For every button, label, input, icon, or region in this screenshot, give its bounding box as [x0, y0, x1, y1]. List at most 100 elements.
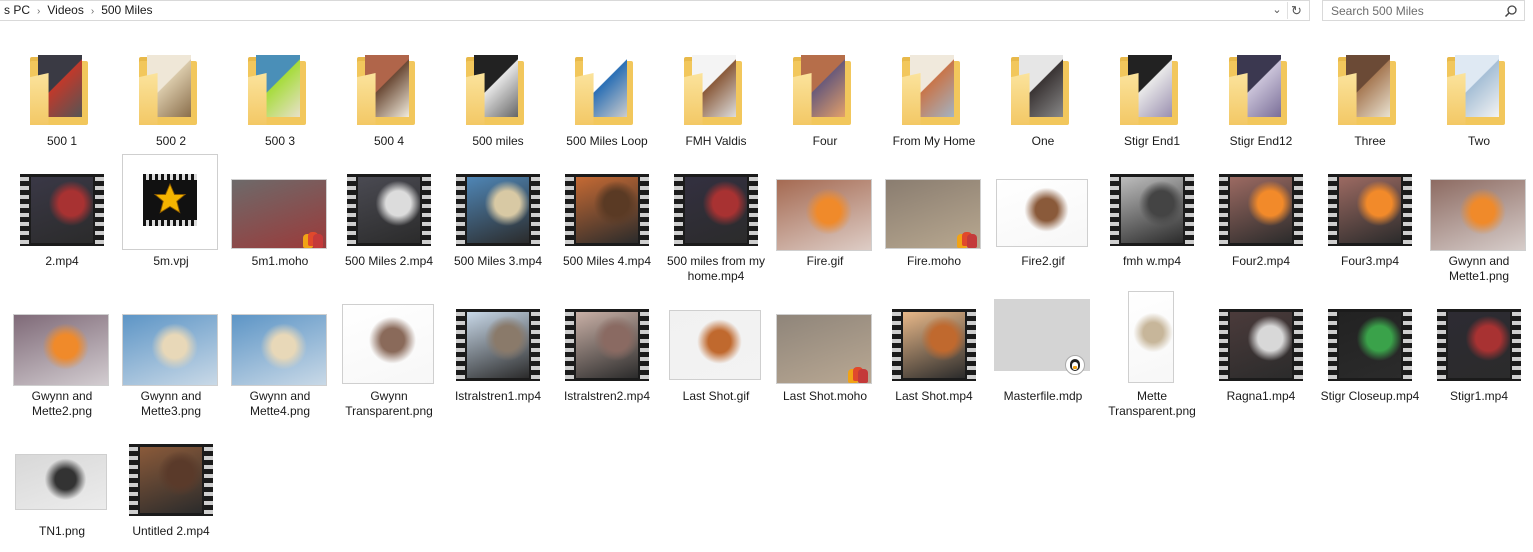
- item-label: Last Shot.moho: [782, 389, 868, 403]
- image-thumbnail: [228, 289, 332, 389]
- folder-icon: [1427, 46, 1531, 146]
- item-label: 500 Miles 3.mp4: [453, 254, 543, 268]
- item-label: Fire2.gif: [1021, 254, 1065, 268]
- item-label: Gwynn and Mette4.png: [249, 389, 311, 418]
- video-thumbnail: [555, 154, 659, 254]
- item-label: 500 2: [155, 134, 187, 148]
- item-label: Untitled 2.mp4: [132, 524, 210, 538]
- folder-icon: [10, 46, 114, 146]
- item-label: Gwynn and Mette1.png: [1448, 254, 1510, 283]
- video-thumbnail: [1209, 154, 1313, 254]
- video-thumbnail: [1318, 289, 1422, 389]
- vpj-file-icon: [119, 154, 223, 254]
- video-thumbnail: [555, 289, 659, 389]
- item-label: Last Shot.mp4: [895, 389, 973, 403]
- image-thumbnail: [119, 289, 223, 389]
- item-label: Four: [812, 134, 838, 148]
- video-thumbnail: [1100, 154, 1204, 254]
- item-label: Stigr Closeup.mp4: [1320, 389, 1420, 403]
- item-label: Last Shot.gif: [682, 389, 750, 403]
- image-thumbnail: [1100, 289, 1204, 389]
- folder-icon: [337, 46, 441, 146]
- image-thumbnail: [773, 154, 877, 254]
- item-label: Gwynn and Mette3.png: [140, 389, 202, 418]
- address-bar[interactable]: s PC › Videos › 500 Miles ⌄ ↻: [0, 0, 1310, 21]
- item-label: Istralstren2.mp4: [563, 389, 651, 403]
- chevron-down-icon[interactable]: ⌄: [1269, 2, 1285, 19]
- folder-icon: [446, 46, 550, 146]
- video-thumbnail: [664, 154, 768, 254]
- item-label: 500 miles from my home.mp4: [666, 254, 766, 283]
- star-icon: [153, 182, 187, 214]
- image-thumbnail: [1427, 154, 1531, 254]
- video-thumbnail: [10, 154, 114, 254]
- item-label: Gwynn and Mette2.png: [31, 389, 93, 418]
- folder-icon: [555, 46, 659, 146]
- breadcrumb-videos[interactable]: Videos: [42, 1, 88, 20]
- item-label: One: [1031, 134, 1055, 148]
- item-label: 500 3: [264, 134, 296, 148]
- item-label: 5m1.moho: [251, 254, 309, 268]
- item-label: Two: [1467, 134, 1490, 148]
- breadcrumb-this-pc[interactable]: s PC: [0, 1, 35, 20]
- item-label: From My Home: [892, 134, 976, 148]
- moho-app-icon: [957, 230, 979, 248]
- moho-app-icon: [848, 365, 870, 383]
- folder-icon: [664, 46, 768, 146]
- breadcrumb-separator-icon[interactable]: ›: [35, 2, 42, 20]
- folder-icon: [1100, 46, 1204, 146]
- video-thumbnail: [446, 289, 550, 389]
- breadcrumb-500-miles[interactable]: 500 Miles: [96, 1, 157, 20]
- moho-file-thumbnail: [773, 289, 877, 389]
- folder-icon: [1209, 46, 1313, 146]
- item-label: 500 Miles 4.mp4: [562, 254, 652, 268]
- item-label: fmh w.mp4: [1122, 254, 1182, 268]
- item-label: Masterfile.mdp: [1003, 389, 1083, 403]
- image-thumbnail: [664, 289, 768, 389]
- folder-icon: [773, 46, 877, 146]
- folder-icon: [228, 46, 332, 146]
- video-thumbnail: [1209, 289, 1313, 389]
- item-label: Istralstren1.mp4: [454, 389, 542, 403]
- item-label: Fire.moho: [906, 254, 962, 268]
- mdp-file-thumbnail: [991, 289, 1095, 389]
- item-label: 5m.vpj: [153, 254, 189, 268]
- item-label: 500 miles: [472, 134, 524, 148]
- video-thumbnail: [1427, 289, 1531, 389]
- folder-icon: [1318, 46, 1422, 146]
- item-label: Stigr1.mp4: [1449, 389, 1509, 403]
- item-label: Four2.mp4: [1231, 254, 1291, 268]
- refresh-icon[interactable]: ↻: [1287, 2, 1305, 19]
- item-label: Stigr End12: [1229, 134, 1293, 148]
- folder-icon: [882, 46, 986, 146]
- search-icon[interactable]: [1504, 4, 1518, 18]
- search-input[interactable]: Search 500 Miles: [1331, 4, 1424, 18]
- image-thumbnail: [10, 289, 114, 389]
- folder-icon: [119, 46, 223, 146]
- video-thumbnail: [337, 154, 441, 254]
- item-label: TN1.png: [38, 524, 86, 538]
- address-row: s PC › Videos › 500 Miles ⌄ ↻ Search 500 Mil…: [0, 0, 1533, 22]
- moho-file-thumbnail: [228, 154, 332, 254]
- image-thumbnail: [10, 424, 114, 524]
- image-thumbnail: [337, 289, 441, 389]
- item-label: Mette Transparent.png: [1108, 389, 1196, 418]
- search-box[interactable]: Search 500 Miles: [1322, 0, 1525, 21]
- item-label: Stigr End1: [1123, 134, 1181, 148]
- item-label: 500 4: [373, 134, 405, 148]
- item-label: 2.mp4: [45, 254, 79, 268]
- moho-file-thumbnail: [882, 154, 986, 254]
- item-label: 500 Miles 2.mp4: [344, 254, 434, 268]
- penguin-app-icon: [1065, 355, 1085, 375]
- video-thumbnail: [446, 154, 550, 254]
- moho-app-icon: [303, 230, 325, 248]
- image-thumbnail: [991, 154, 1095, 254]
- item-label: Four3.mp4: [1340, 254, 1400, 268]
- item-label: 500 1: [46, 134, 78, 148]
- video-thumbnail: [119, 424, 223, 524]
- breadcrumb-separator-icon[interactable]: ›: [89, 2, 96, 20]
- folder-icon: [991, 46, 1095, 146]
- item-label: Ragna1.mp4: [1226, 389, 1296, 403]
- item-label: Gwynn Transparent.png: [345, 389, 433, 418]
- video-thumbnail: [1318, 154, 1422, 254]
